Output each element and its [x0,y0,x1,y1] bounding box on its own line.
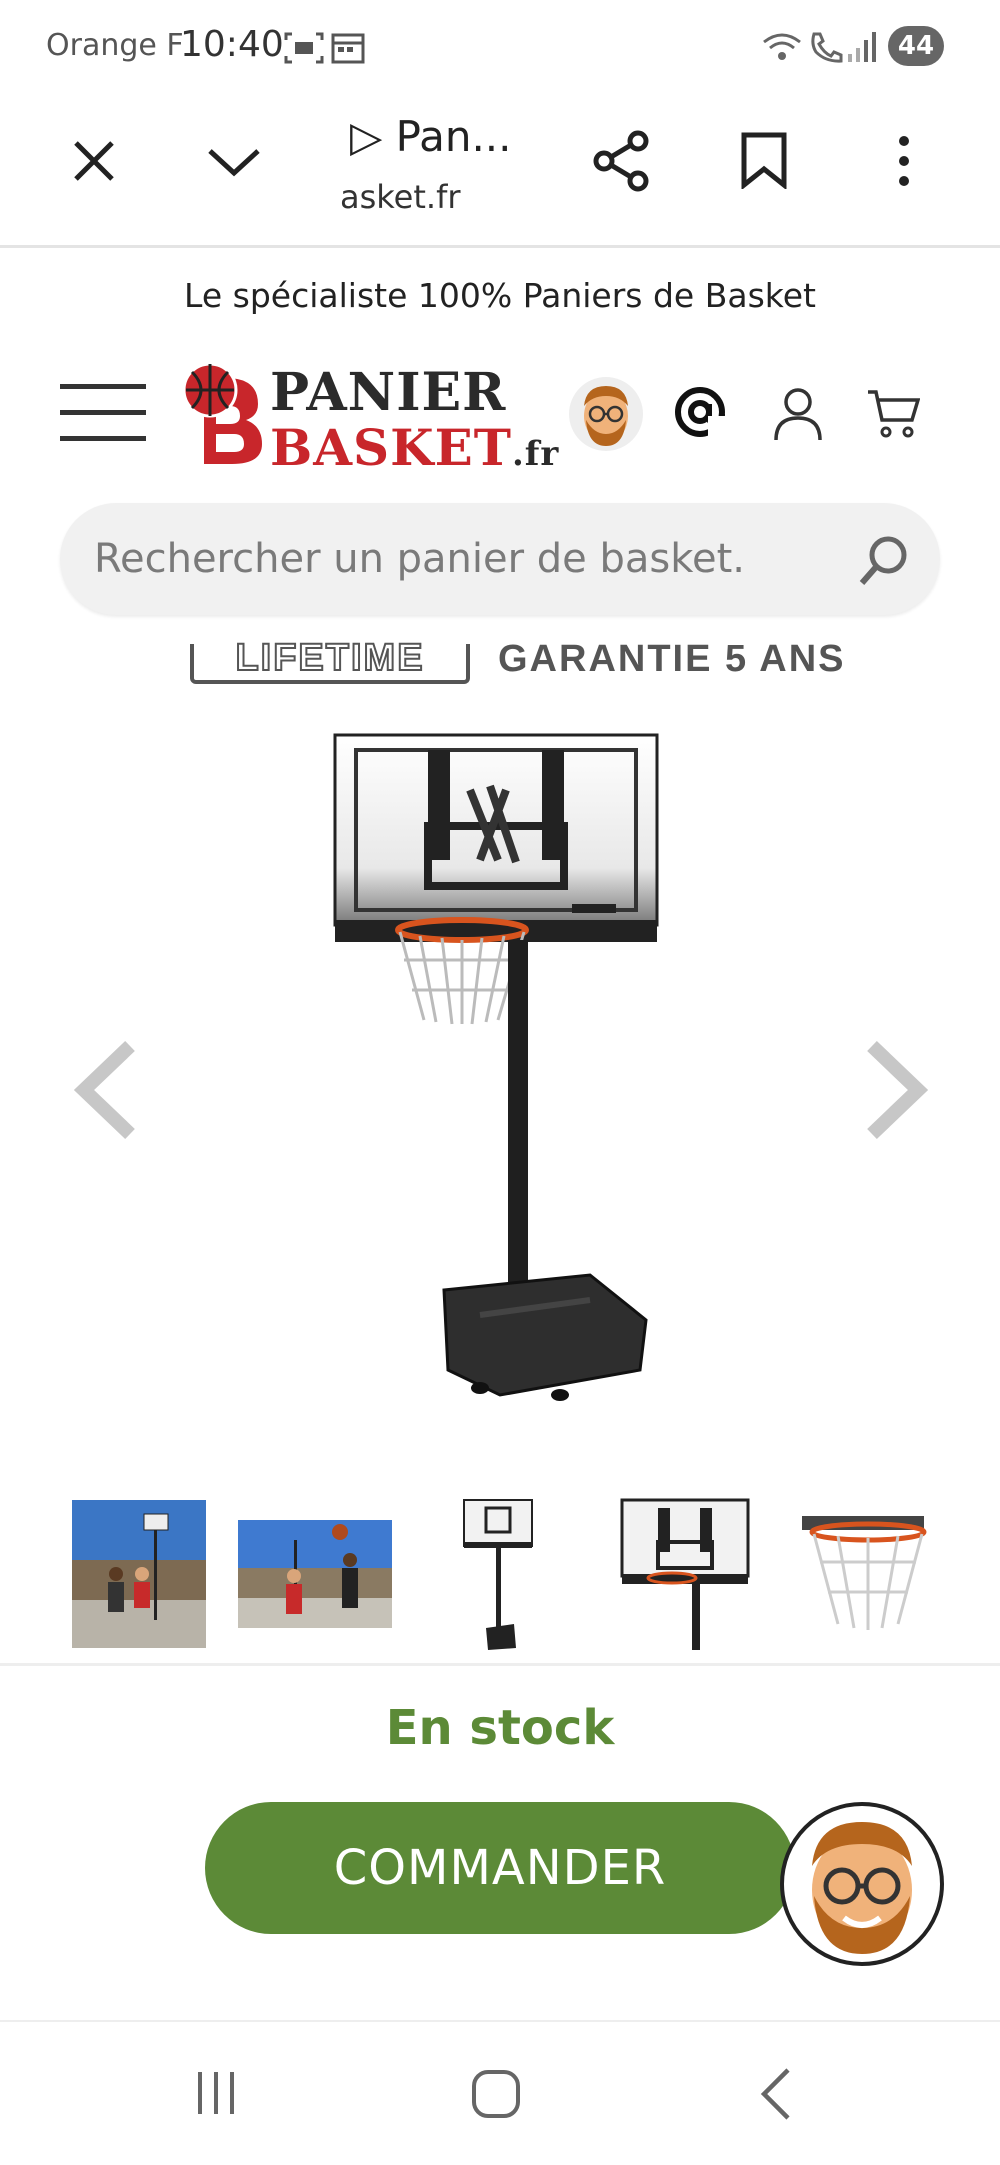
logo-text-basket: BASKET [270,418,512,477]
product-thumbnail[interactable] [458,1498,538,1652]
status-bar: Orange F 10:40 44 [0,0,1000,95]
close-icon[interactable] [70,137,118,185]
search-input[interactable] [94,503,854,615]
contact-email-icon[interactable] [672,384,728,440]
status-time: 10:40 [180,24,284,65]
tab-title: ▷ Pan... [350,112,512,161]
calendar-icon [331,33,365,64]
more-vert-icon[interactable] [892,133,916,189]
cart-icon[interactable] [866,388,920,440]
order-button[interactable]: COMMANDER [205,1802,795,1934]
brand-banner-box: LIFETIME [190,637,470,684]
carousel-prev-icon[interactable] [74,1040,138,1140]
back-icon[interactable] [756,2066,796,2122]
hamburger-menu-icon[interactable] [58,380,148,446]
share-icon[interactable] [590,129,652,193]
home-icon[interactable] [470,2068,522,2120]
recent-apps-icon[interactable] [192,2068,242,2118]
product-main-image[interactable] [320,730,670,1410]
chevron-down-icon[interactable] [206,145,262,179]
logo-text-line2[interactable]: BASKET.fr [270,418,559,477]
warranty-banner-text: GARANTIE 5 ANS [498,638,846,680]
logo-mark[interactable] [176,356,266,468]
search-icon[interactable] [856,533,912,589]
section-divider [0,1663,1000,1666]
carousel-next-icon[interactable] [864,1040,928,1140]
logo-text-tld: .fr [511,434,560,474]
product-thumbnail[interactable] [798,1512,928,1632]
account-icon[interactable] [772,386,824,442]
product-thumbnail[interactable] [72,1500,206,1648]
site-tagline: Le spécialiste 100% Paniers de Basket [184,276,816,315]
search-bar[interactable] [60,503,940,615]
battery-indicator: 44 [888,26,944,66]
product-thumbnail[interactable] [238,1520,392,1628]
logo-text-line1[interactable]: PANIER [270,362,506,423]
advisor-avatar[interactable] [568,376,644,452]
wifi-call-icon [811,32,843,63]
carrier-label: Orange F [46,28,184,63]
chat-advisor-avatar[interactable] [778,1800,946,1968]
url-text[interactable]: asket.fr [340,178,461,216]
stock-status: En stock [385,1700,615,1756]
brand-banner-text: LIFETIME [234,637,425,679]
wifi-icon [763,33,801,60]
product-thumbnail[interactable] [618,1498,752,1652]
bookmark-icon[interactable] [738,131,790,189]
screenshot-icon [284,32,324,64]
signal-icon [848,32,876,62]
nav-divider [0,2020,1000,2022]
